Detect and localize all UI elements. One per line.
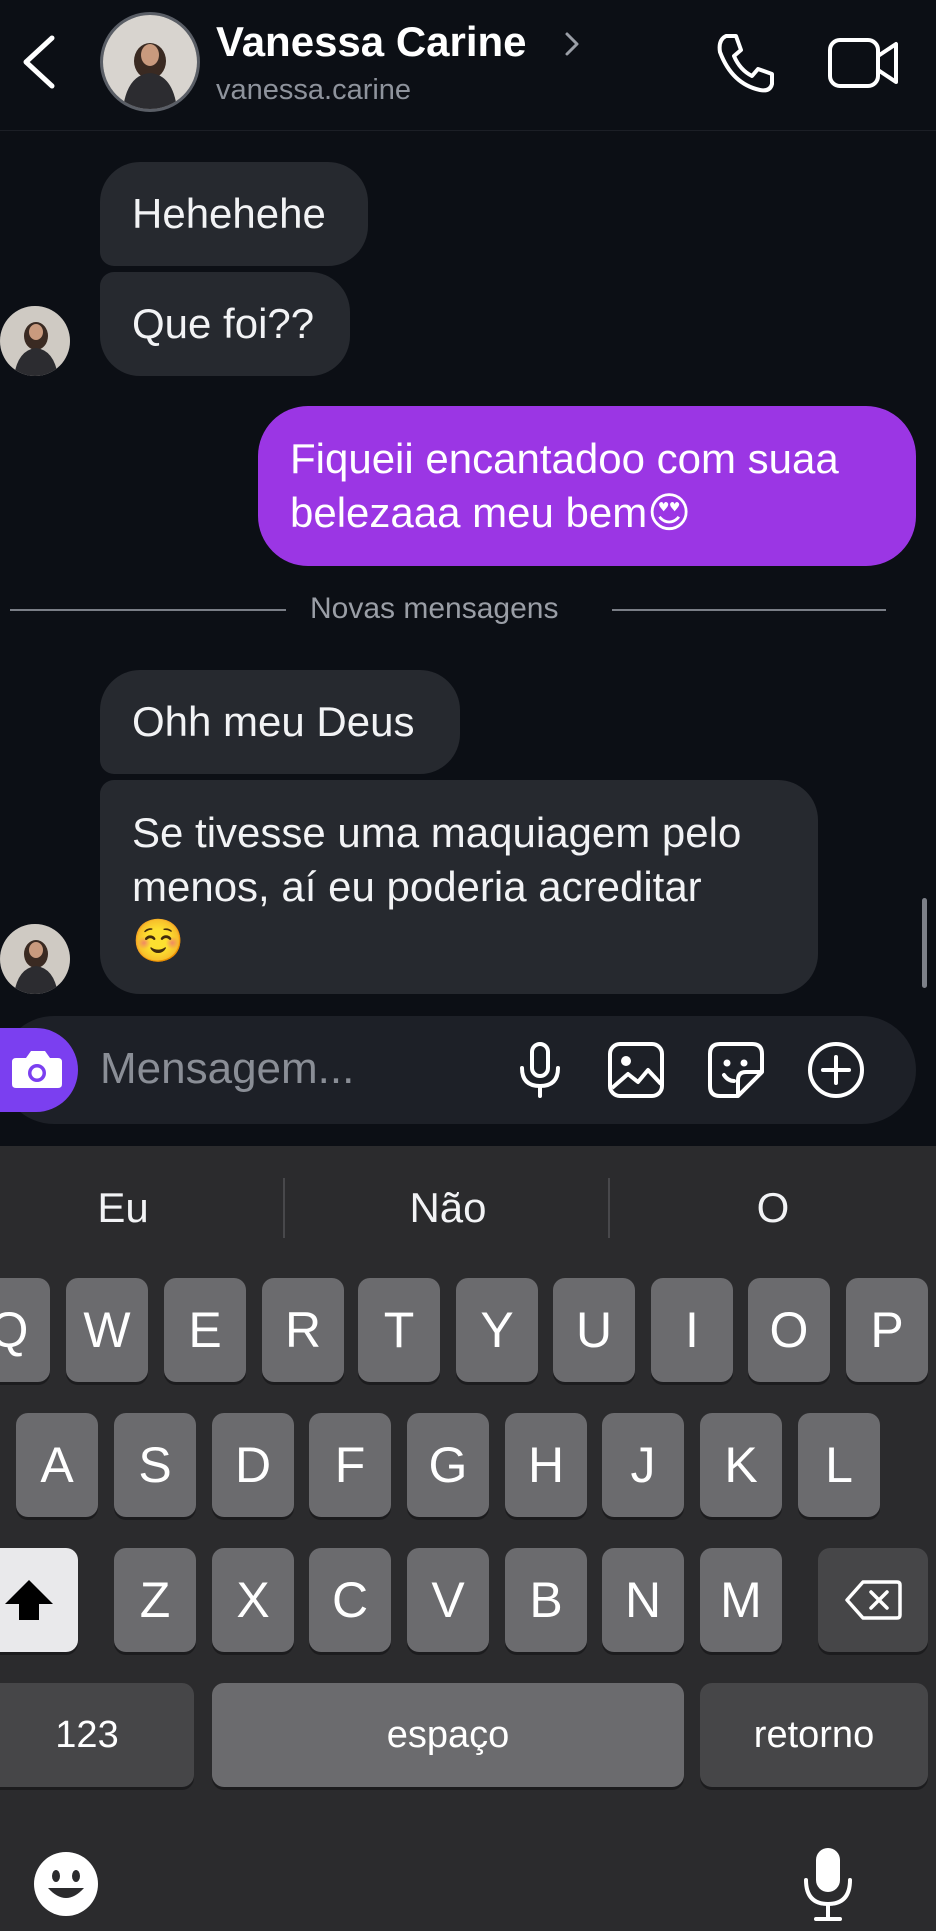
sticker-icon[interactable] — [706, 1040, 766, 1100]
key-i[interactable]: I — [651, 1278, 733, 1382]
key-d[interactable]: D — [212, 1413, 294, 1517]
divider-line — [612, 609, 886, 611]
suggestion-separator — [283, 1178, 285, 1238]
key-l[interactable]: L — [798, 1413, 880, 1517]
contact-avatar[interactable] — [100, 12, 200, 112]
contact-name[interactable]: Vanessa Carine — [216, 18, 527, 66]
key-k[interactable]: K — [700, 1413, 782, 1517]
divider-line — [10, 609, 286, 611]
plus-circle-icon[interactable] — [806, 1040, 866, 1100]
message-text: Que foi?? — [132, 300, 315, 347]
key-q[interactable]: Q — [0, 1278, 50, 1382]
contact-username[interactable]: vanessa.carine — [216, 74, 411, 107]
outgoing-message-bubble[interactable]: Fiqueii encantadoo com suaa belezaaa meu… — [258, 406, 916, 566]
backspace-key[interactable] — [818, 1548, 928, 1652]
key-p[interactable]: P — [846, 1278, 928, 1382]
suggestion-3[interactable]: O — [610, 1168, 936, 1248]
key-h[interactable]: H — [505, 1413, 587, 1517]
shift-icon — [5, 1580, 53, 1620]
message-text: Hehehehe — [132, 190, 326, 237]
message-text: Se tivesse uma maquiagem pelo menos, aí … — [132, 809, 742, 964]
key-s[interactable]: S — [114, 1413, 196, 1517]
sender-avatar[interactable] — [0, 306, 70, 376]
key-b[interactable]: B — [505, 1548, 587, 1652]
return-key[interactable]: retorno — [700, 1683, 928, 1787]
key-f[interactable]: F — [309, 1413, 391, 1517]
scrollbar[interactable] — [922, 898, 927, 988]
message-input[interactable] — [100, 1036, 460, 1102]
message-text: Fiqueii encantadoo com suaa belezaaa meu… — [290, 435, 839, 536]
key-t[interactable]: T — [358, 1278, 440, 1382]
backspace-icon — [845, 1580, 902, 1620]
key-o[interactable]: O — [748, 1278, 830, 1382]
emoji-icon[interactable] — [32, 1850, 100, 1918]
key-a[interactable]: A — [16, 1413, 98, 1517]
incoming-message-bubble[interactable]: Se tivesse uma maquiagem pelo menos, aí … — [100, 780, 818, 994]
camera-button[interactable] — [0, 1028, 78, 1112]
phone-icon[interactable] — [712, 30, 778, 96]
suggestion-1[interactable]: Eu — [0, 1168, 246, 1248]
keyboard — [0, 1146, 936, 1931]
incoming-message-bubble[interactable]: Hehehehe — [100, 162, 368, 266]
key-n[interactable]: N — [602, 1548, 684, 1652]
sender-avatar[interactable] — [0, 924, 70, 994]
key-c[interactable]: C — [309, 1548, 391, 1652]
key-j[interactable]: J — [602, 1413, 684, 1517]
suggestion-2[interactable]: Não — [286, 1168, 610, 1248]
key-g[interactable]: G — [407, 1413, 489, 1517]
key-m[interactable]: M — [700, 1548, 782, 1652]
back-arrow-icon[interactable] — [14, 30, 64, 94]
new-messages-divider: Novas mensagens — [310, 592, 559, 625]
key-x[interactable]: X — [212, 1548, 294, 1652]
microphone-icon[interactable] — [510, 1040, 570, 1100]
incoming-message-bubble[interactable]: Que foi?? — [100, 272, 350, 376]
key-y[interactable]: Y — [456, 1278, 538, 1382]
dictation-microphone-icon[interactable] — [800, 1844, 856, 1924]
incoming-message-bubble[interactable]: Ohh meu Deus — [100, 670, 460, 774]
chevron-right-icon[interactable] — [562, 28, 582, 60]
message-text: Ohh meu Deus — [132, 698, 415, 745]
key-e[interactable]: E — [164, 1278, 246, 1382]
shift-key[interactable] — [0, 1548, 78, 1652]
numbers-key[interactable]: 123 — [0, 1683, 194, 1787]
camera-icon — [12, 1051, 62, 1088]
space-key[interactable]: espaço — [212, 1683, 684, 1787]
key-v[interactable]: V — [407, 1548, 489, 1652]
key-z[interactable]: Z — [114, 1548, 196, 1652]
key-w[interactable]: W — [66, 1278, 148, 1382]
gallery-icon[interactable] — [606, 1040, 666, 1100]
key-r[interactable]: R — [262, 1278, 344, 1382]
key-u[interactable]: U — [553, 1278, 635, 1382]
video-camera-icon[interactable] — [826, 32, 902, 94]
